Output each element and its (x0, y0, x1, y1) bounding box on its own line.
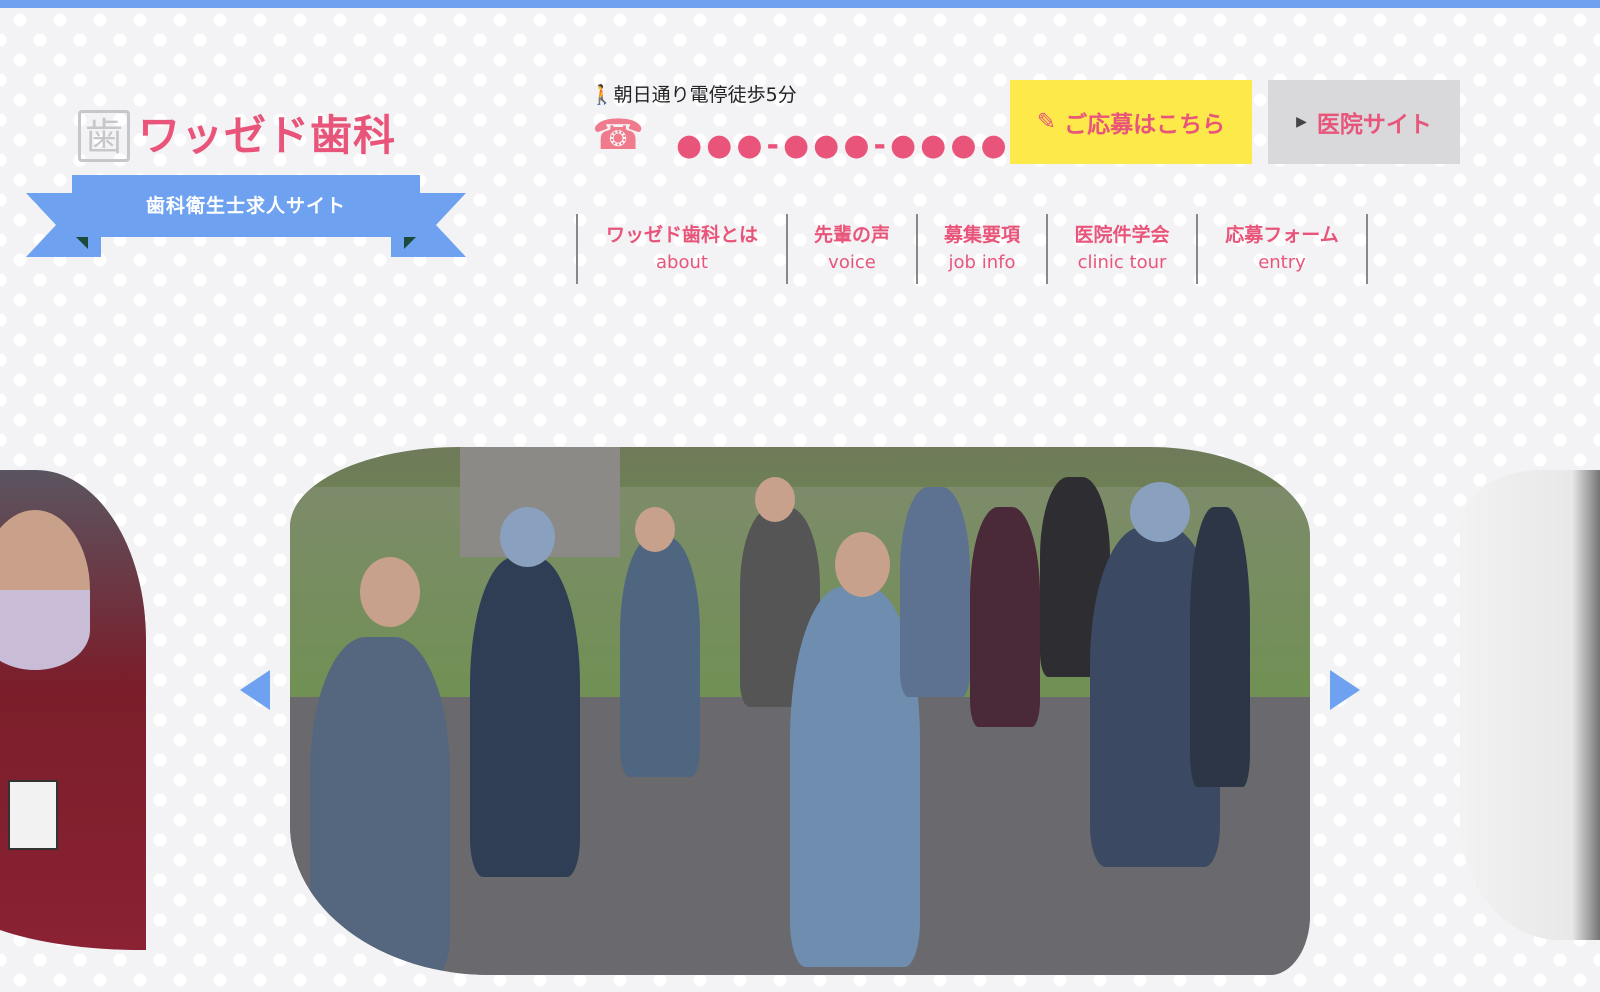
telephone-icon: ☎ (592, 110, 645, 159)
clinic-site-button[interactable]: ▶ 医院サイト (1268, 80, 1460, 164)
arrow-right-icon[interactable] (1330, 670, 1360, 710)
slide-next-image[interactable] (1460, 470, 1600, 940)
apply-button[interactable]: ✎ ご応募はこちら (1010, 80, 1252, 164)
play-arrow-icon: ▶ (1296, 114, 1307, 130)
edit-icon: ✎ (1036, 109, 1057, 135)
access-info: 🚶朝日通り電停徒歩5分 (590, 80, 797, 107)
slide-previous-image[interactable] (0, 470, 146, 950)
nav-item-entry[interactable]: 応募フォーム entry (1198, 214, 1368, 284)
nav-item-about[interactable]: ワッゼド歯科とは about (578, 214, 788, 284)
phone-number[interactable]: ●●●-●●●-●●●● (676, 128, 1011, 163)
tooth-logo-icon: 歯 (78, 110, 130, 162)
ribbon-label: 歯科衛生士求人サイト (72, 175, 420, 237)
top-accent-bar (0, 0, 1600, 8)
nav-item-job-info[interactable]: 募集要項 job info (918, 214, 1048, 284)
slide-current-image (290, 447, 1310, 975)
main-nav: ワッゼド歯科とは about 先輩の声 voice 募集要項 job info … (576, 214, 1368, 284)
nav-item-voice[interactable]: 先輩の声 voice (788, 214, 918, 284)
apply-button-label: ご応募はこちら (1064, 112, 1226, 138)
clinic-site-label: 医院サイト (1316, 112, 1432, 138)
walking-person-icon: 🚶 (590, 84, 614, 106)
site-subtitle-ribbon: 歯科衛生士求人サイト (26, 175, 466, 265)
site-logo[interactable]: 歯 ワッゼド歯科 (78, 92, 396, 162)
access-text: 朝日通り電停徒歩5分 (613, 84, 797, 106)
nav-item-clinic-tour[interactable]: 医院件学会 clinic tour (1048, 214, 1198, 284)
arrow-left-icon[interactable] (240, 670, 270, 710)
clinic-name: ワッゼド歯科 (138, 111, 397, 160)
